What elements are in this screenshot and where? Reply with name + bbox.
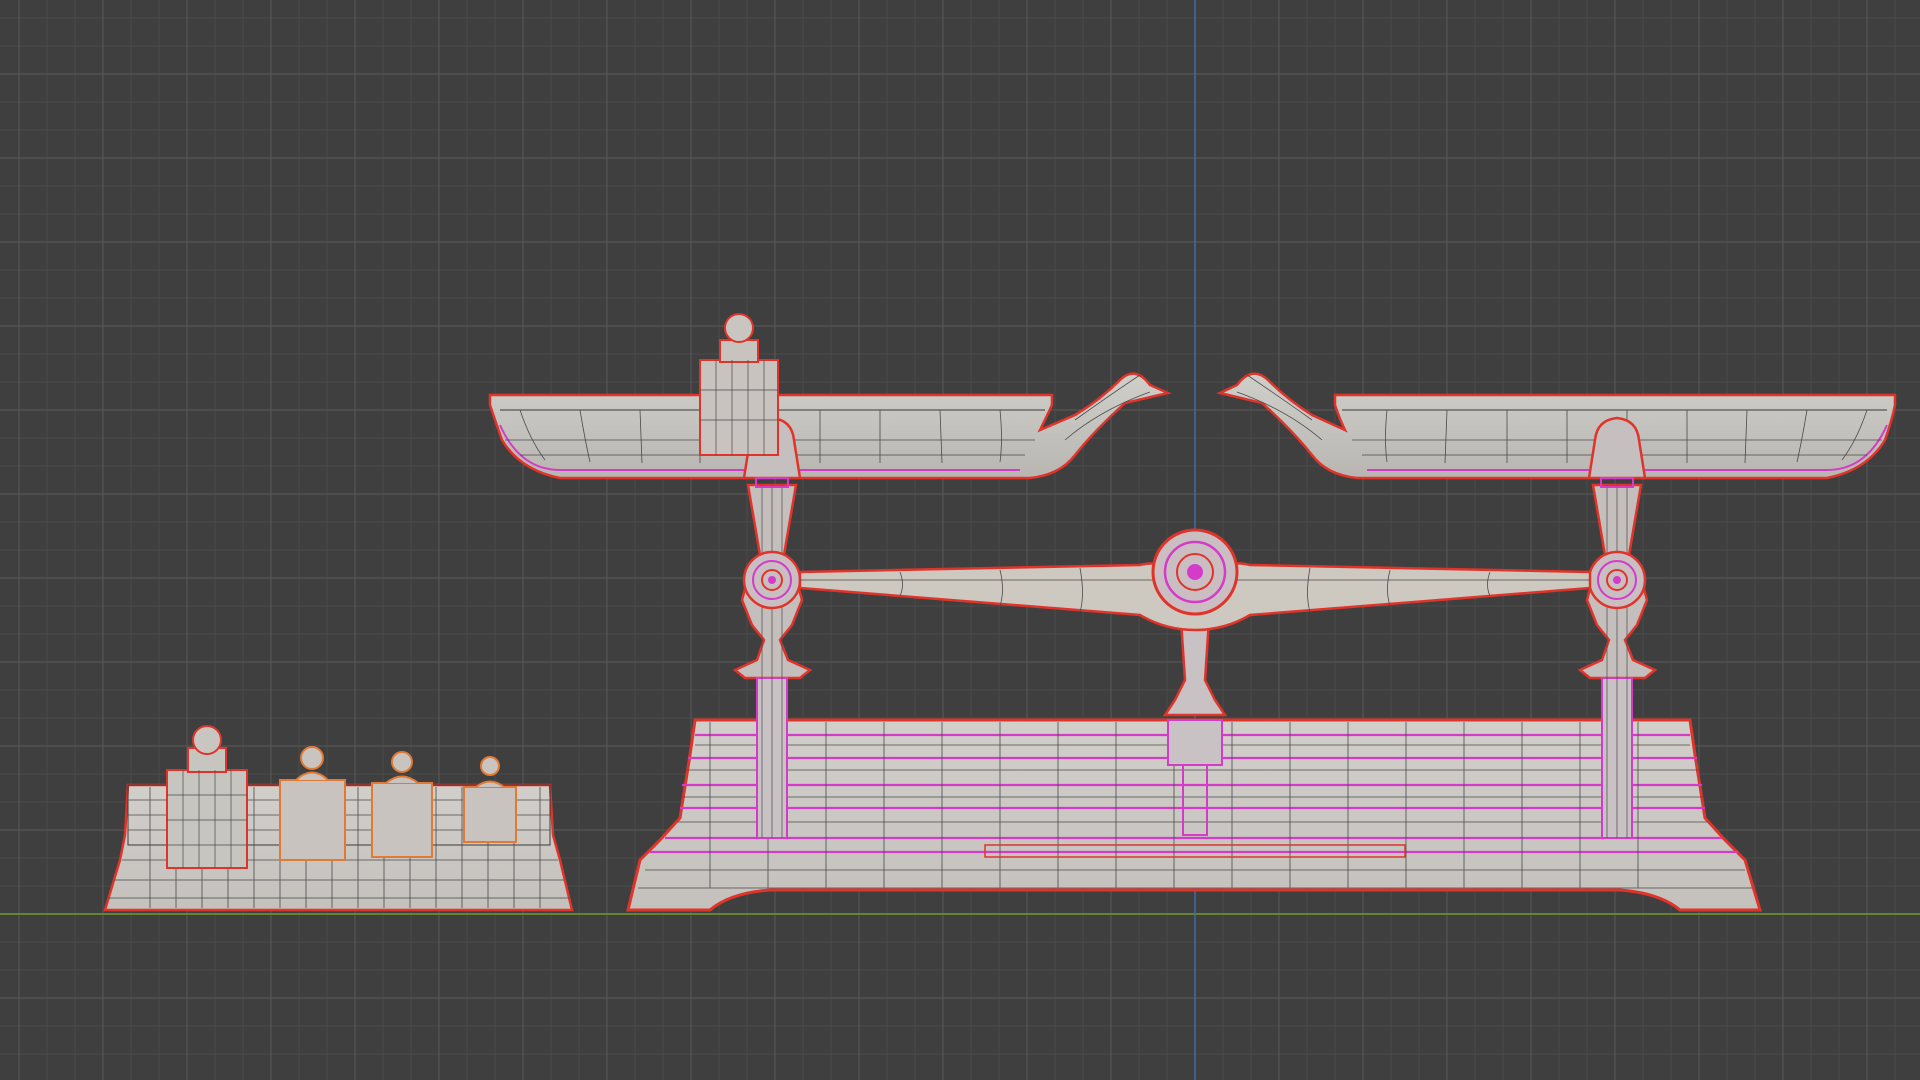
pan-weight[interactable] xyxy=(699,313,779,456)
left-pan[interactable] xyxy=(488,372,1172,488)
viewport-canvas[interactable] xyxy=(0,0,1920,1080)
weight-medium-2[interactable] xyxy=(371,751,433,858)
weight-box[interactable] xyxy=(103,725,574,912)
right-pan[interactable] xyxy=(1216,372,1897,488)
weight-small[interactable] xyxy=(463,756,517,843)
balance-beam[interactable] xyxy=(798,528,1592,632)
balance-scale[interactable] xyxy=(488,313,1897,912)
3d-viewport[interactable] xyxy=(0,0,1920,1080)
weight-medium-1[interactable] xyxy=(279,746,346,861)
weight-large[interactable] xyxy=(166,725,248,869)
